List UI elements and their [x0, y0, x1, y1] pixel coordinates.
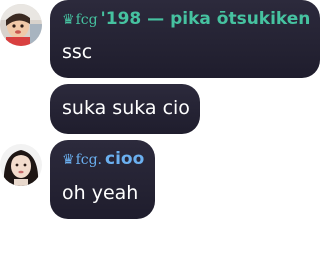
author-name[interactable]: '198 — pika ōtsukiken — [101, 9, 311, 29]
crown-icon: ♛ — [62, 152, 75, 168]
crown-icon: ♛ — [62, 12, 75, 28]
author-name-row[interactable]: ♛fcg. cioo — [62, 149, 144, 170]
message-bubble-pika-2[interactable]: suka suka cio — [50, 84, 200, 134]
author-tag: fcg. — [75, 152, 102, 168]
message-text: suka suka cio — [62, 97, 190, 119]
message-text: ssc — [62, 41, 93, 63]
avatar-pika-image — [0, 4, 42, 46]
message-bubble-pika-1[interactable]: ♛fcg '198 — pika ōtsukiken ssc — [50, 0, 320, 78]
message-text: oh yeah — [62, 182, 139, 204]
avatar-cioo-image — [0, 144, 42, 186]
author-name[interactable]: cioo — [105, 149, 144, 169]
avatar-pika[interactable] — [0, 4, 42, 46]
author-tag: fcg — [75, 12, 98, 28]
avatar-cioo[interactable] — [0, 144, 42, 186]
author-name-row[interactable]: ♛fcg '198 — pika ōtsukiken — [62, 9, 310, 30]
message-bubble-cioo-1[interactable]: ♛fcg. cioo oh yeah — [50, 140, 155, 219]
